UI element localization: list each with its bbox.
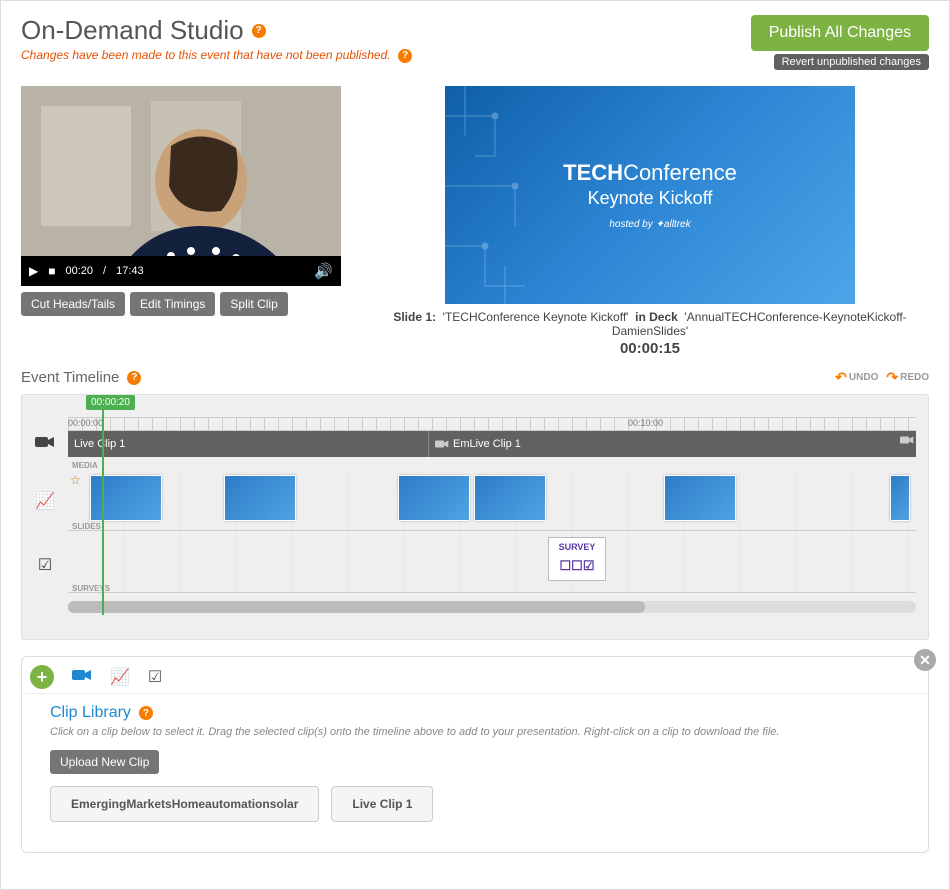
cut-heads-tails-button[interactable]: Cut Heads/Tails — [21, 292, 125, 316]
timeline-clip[interactable]: EmLive Clip 1 — [429, 431, 527, 457]
add-button[interactable]: + — [30, 665, 54, 689]
page-title: On-Demand Studio — [21, 15, 244, 46]
slides-track[interactable]: ☆ SLIDES — [68, 469, 916, 531]
video-duration: 17:43 — [116, 265, 144, 277]
slide-hosted-by: hosted by ✦alltrek — [609, 219, 690, 230]
header: On-Demand Studio ? Changes have been mad… — [1, 1, 949, 76]
help-icon[interactable]: ? — [127, 371, 141, 385]
video-controls: ▶ ■ 00:20 / 17:43 🔊 — [21, 256, 341, 286]
camera-icon — [34, 435, 56, 454]
checkbox-icon: ☑ — [34, 555, 56, 575]
clip-item[interactable]: Live Clip 1 — [331, 786, 433, 822]
revert-button[interactable]: Revert unpublished changes — [774, 54, 929, 70]
header-left: On-Demand Studio ? Changes have been mad… — [21, 15, 412, 63]
star-icon: ☆ — [70, 473, 81, 487]
video-edit-buttons: Cut Heads/Tails Edit Timings Split Clip — [21, 292, 341, 316]
ruler-tick: 00:00:00 — [68, 418, 103, 428]
video-current-time: 00:20 — [65, 265, 93, 277]
slide-timestamp: 00:00:15 — [371, 340, 929, 357]
split-clip-button[interactable]: Split Clip — [220, 292, 287, 316]
timeline-clip[interactable]: Live Clip 1 — [68, 431, 428, 457]
timeline-scrollbar[interactable] — [68, 601, 916, 613]
survey-item[interactable]: SURVEY ☐☐☑ — [548, 537, 606, 581]
slide-title: TECHConference — [563, 160, 737, 186]
survey-checkbox-icons: ☐☐☑ — [549, 558, 605, 574]
clip-end-icon — [900, 435, 914, 448]
playhead-time-tag[interactable]: 00:00:20 — [86, 395, 135, 410]
close-icon[interactable]: ✕ — [914, 649, 936, 671]
timeline-title: Event Timeline — [21, 369, 119, 386]
help-icon[interactable]: ? — [252, 24, 266, 38]
redo-button[interactable]: ↷REDO — [886, 369, 929, 386]
time-separator: / — [103, 265, 106, 277]
slide-preview[interactable]: TECHConference Keynote Kickoff hosted by… — [445, 86, 855, 304]
timeline-ruler[interactable]: 00:00:00 00:10:00 — [68, 417, 916, 431]
timeline-canvas[interactable]: 00:00:20 00:00:00 00:10:00 Live Clip 1 E… — [21, 394, 929, 640]
clip-item[interactable]: EmergingMarketsHomeautomationsolar — [50, 786, 319, 822]
tab-surveys[interactable]: ☑ — [148, 667, 162, 687]
library-tabs: + 📈 ☑ — [22, 657, 928, 694]
timeline-header: Event Timeline ? ↶UNDO ↷REDO — [21, 369, 929, 386]
slide-subtitle: Keynote Kickoff — [588, 188, 713, 209]
library-title: Clip Library ? — [50, 704, 900, 722]
slide-caption: Slide 1: 'TECHConference Keynote Kickoff… — [371, 310, 929, 357]
chart-icon: 📈 — [34, 491, 56, 511]
stop-icon[interactable]: ■ — [48, 264, 55, 278]
video-track[interactable]: Live Clip 1 EmLive Clip 1 — [68, 431, 916, 457]
slide-thumbnail[interactable] — [664, 475, 736, 521]
help-icon[interactable]: ? — [139, 706, 153, 720]
clip-list: EmergingMarketsHomeautomationsolar Live … — [50, 786, 900, 822]
play-icon[interactable]: ▶ — [29, 264, 38, 278]
ruler-tick: 00:10:00 — [628, 418, 663, 428]
track-label-surveys: SURVEYS — [72, 584, 110, 593]
scrollbar-thumb[interactable] — [68, 601, 645, 613]
publish-button[interactable]: Publish All Changes — [751, 15, 929, 51]
timeline-section: Event Timeline ? ↶UNDO ↷REDO 00:00:20 00… — [1, 357, 949, 640]
slide-thumbnail[interactable] — [90, 475, 162, 521]
library-panel: ✕ + 📈 ☑ Clip Library ? Click on a clip b… — [21, 656, 929, 853]
playhead-line[interactable] — [102, 407, 104, 615]
library-hint: Click on a clip below to select it. Drag… — [50, 726, 900, 738]
slide-thumbnail[interactable] — [398, 475, 470, 521]
upload-clip-button[interactable]: Upload New Clip — [50, 750, 159, 774]
undo-button[interactable]: ↶UNDO — [835, 369, 878, 386]
edit-timings-button[interactable]: Edit Timings — [130, 292, 215, 316]
tab-clips[interactable] — [72, 668, 92, 687]
tab-slides[interactable]: 📈 — [110, 667, 130, 687]
volume-icon[interactable]: 🔊 — [314, 262, 333, 280]
track-label-slides: SLIDES — [72, 522, 101, 531]
preview-row: ▶ ■ 00:20 / 17:43 🔊 Cut Heads/Tails Edit… — [1, 76, 949, 357]
video-preview[interactable]: ▶ ■ 00:20 / 17:43 🔊 — [21, 86, 341, 286]
help-icon[interactable]: ? — [398, 49, 412, 63]
surveys-track[interactable]: SURVEY ☐☐☑ SURVEYS — [68, 531, 916, 593]
unpublished-warning: Changes have been made to this event tha… — [21, 48, 391, 62]
slide-thumbnail[interactable] — [890, 475, 910, 521]
slide-column: TECHConference Keynote Kickoff hosted by… — [371, 86, 929, 357]
video-column: ▶ ■ 00:20 / 17:43 🔊 Cut Heads/Tails Edit… — [21, 86, 341, 357]
header-right: Publish All Changes Revert unpublished c… — [751, 15, 929, 70]
slide-thumbnail[interactable] — [224, 475, 296, 521]
slide-thumbnail[interactable] — [474, 475, 546, 521]
